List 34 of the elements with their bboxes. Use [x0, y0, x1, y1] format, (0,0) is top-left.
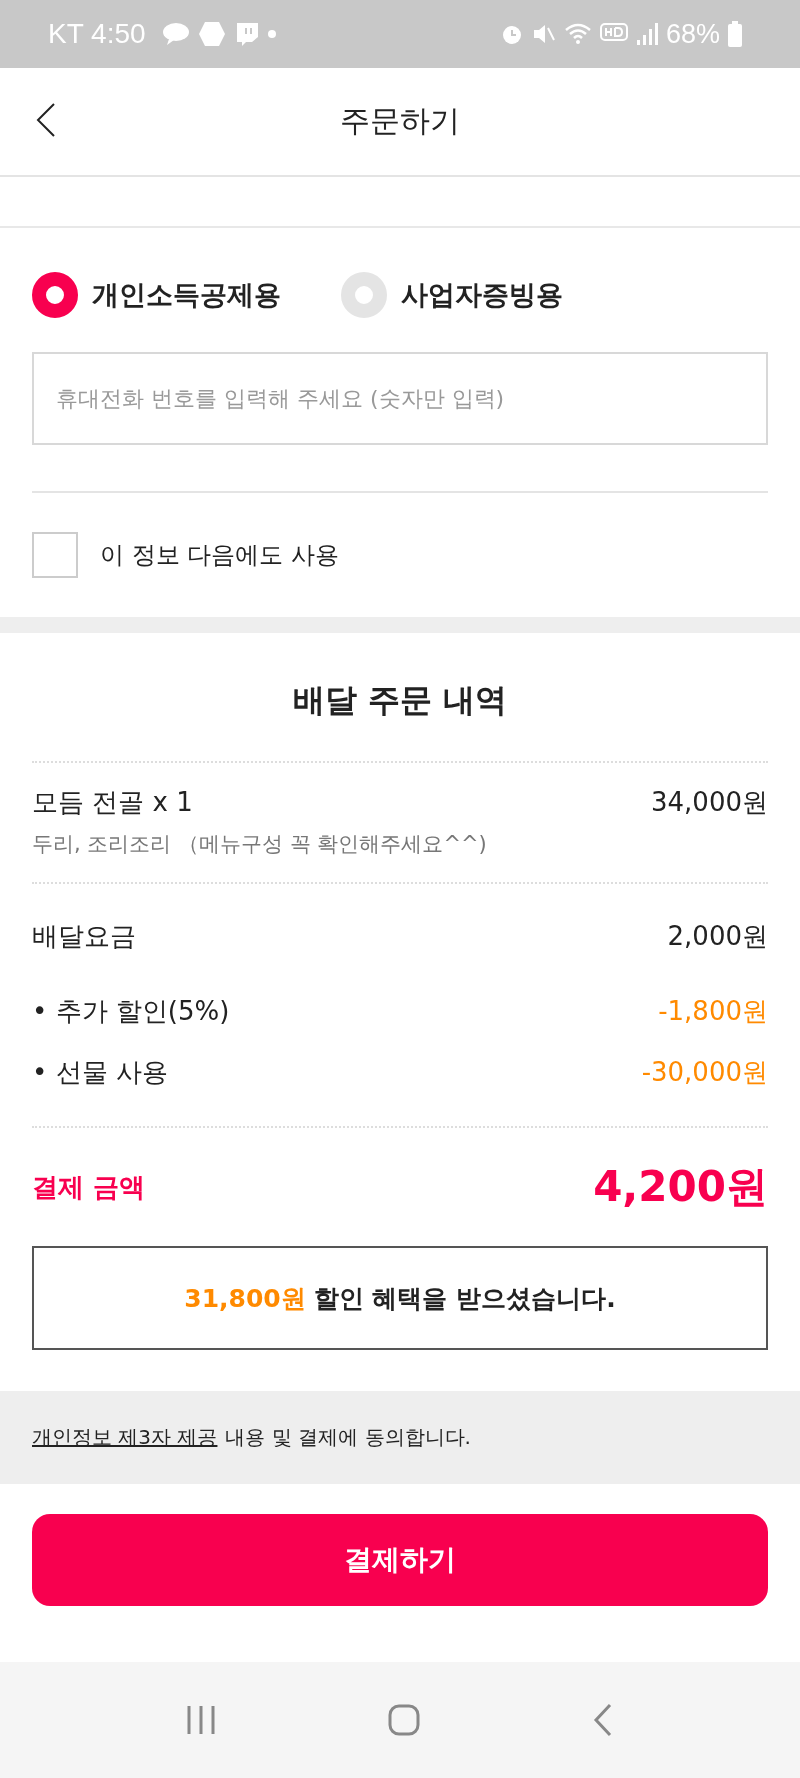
recent-apps-icon[interactable]	[186, 1704, 216, 1736]
section-title: 배달 주문 내역	[291, 680, 509, 721]
wifi-icon	[563, 22, 592, 46]
phone-input-field[interactable]: 휴대전화 번호를 입력해 주세요 (숫자만 입력)	[32, 352, 768, 445]
pay-button[interactable]: 결제하기	[32, 1514, 768, 1606]
checkbox-label[interactable]: 이 정보 다음에도 사용	[100, 539, 339, 571]
page-title: 주문하기	[340, 102, 460, 140]
back-icon[interactable]	[34, 102, 58, 138]
savings-text: 할인 혜택을 받으셨습니다.	[313, 1282, 616, 1315]
item-name: 모듬 전골 x 1	[32, 786, 193, 819]
total-label: 결제 금액	[32, 1170, 146, 1204]
radio-label[interactable]: 개인소득공제용	[92, 277, 281, 313]
privacy-link[interactable]: 개인정보 제3자 제공	[32, 1424, 218, 1451]
savings-amount: 31,800원	[184, 1282, 306, 1315]
discount-amount: -1,800원	[658, 995, 768, 1028]
fee-label: 배달요금	[32, 919, 136, 953]
hexagon-icon	[197, 21, 226, 47]
mute-icon	[531, 22, 556, 46]
battery-icon	[728, 21, 742, 47]
radio-label[interactable]: 사업자증빙용	[401, 277, 563, 313]
dot-icon	[267, 30, 276, 38]
checkbox[interactable]	[32, 532, 78, 578]
discount-label: • 선물 사용	[32, 1056, 168, 1089]
agreement-text: 내용 및 결제에 동의합니다.	[225, 1424, 471, 1451]
discount-amount: -30,000원	[641, 1056, 768, 1089]
chat-icon	[161, 22, 190, 46]
home-icon[interactable]	[388, 1704, 420, 1736]
radio-button[interactable]	[32, 272, 78, 318]
item-price: 34,000원	[651, 786, 768, 819]
total-amount: 4,200원	[593, 1161, 768, 1213]
item-options: 두리, 조리조리 （메뉴구성 꼭 확인해주세요^^)	[32, 830, 768, 858]
signal-icon	[635, 22, 658, 46]
fee-amount: 2,000원	[667, 919, 768, 953]
discount-label: • 추가 할인(5%)	[32, 995, 230, 1028]
